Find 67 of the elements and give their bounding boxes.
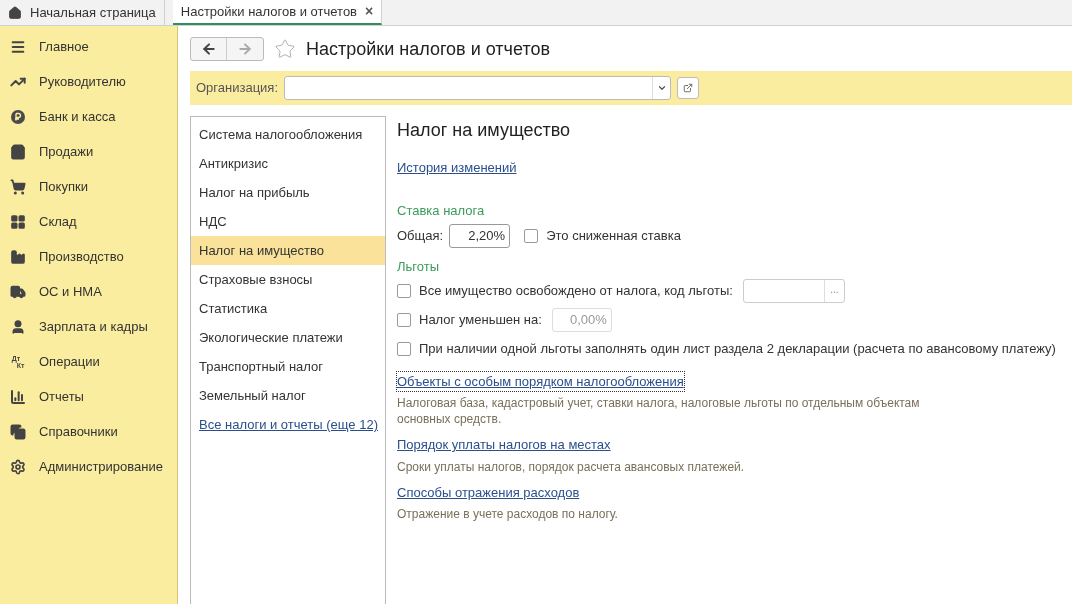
documents-icon <box>10 423 26 440</box>
checkbox-label: Это сниженная ставка <box>546 227 681 246</box>
checkbox[interactable] <box>397 313 411 327</box>
section-item[interactable]: Статистика <box>191 294 385 323</box>
section-item[interactable]: Налог на имущество <box>191 236 385 265</box>
section-title: Налог на имущество <box>397 119 572 142</box>
organization-label: Организация: <box>196 79 279 98</box>
history-link[interactable]: История изменений <box>397 158 517 178</box>
ruble-icon <box>11 109 25 124</box>
menu-icon <box>10 38 26 55</box>
rate-label: Общая: <box>397 227 444 246</box>
sidebar-item[interactable]: Склад <box>0 204 177 239</box>
section-item[interactable]: Система налогообложения <box>191 120 385 149</box>
settings-link[interactable]: Объекты с особым порядком налогообложения <box>397 371 684 391</box>
home-icon <box>8 5 22 20</box>
sidebar-item[interactable]: Руководителю <box>0 64 177 99</box>
tab[interactable]: Настройки налогов и отчетов × <box>172 0 383 25</box>
link-description: Сроки уплаты налогов, порядок расчета авансовых платежей. <box>397 458 746 475</box>
settings-link[interactable]: Способы отражения расходов <box>397 482 580 502</box>
settings-icon <box>10 458 26 475</box>
close-icon[interactable]: × <box>365 1 374 22</box>
sidebar-item[interactable]: Администрирование <box>0 449 177 484</box>
section-item[interactable]: НДС <box>191 207 385 236</box>
person-icon <box>10 318 26 335</box>
factory-icon <box>10 248 26 265</box>
bag-icon <box>10 143 26 160</box>
cart-icon <box>10 178 26 195</box>
sidebar-item[interactable]: Отчеты <box>0 379 177 414</box>
dropdown-icon[interactable] <box>656 83 667 93</box>
sidebar-item[interactable]: Покупки <box>0 169 177 204</box>
group-heading: Ставка налога <box>397 201 486 220</box>
checkbox-label: Все имущество освобождено от налога, код льготы: <box>419 282 733 301</box>
grid-icon <box>10 213 26 230</box>
open-window-icon <box>683 83 694 93</box>
sidebar-item[interactable]: Зарплата и кадры <box>0 309 177 344</box>
checkbox[interactable] <box>524 229 539 243</box>
settings-link[interactable]: Порядок уплаты налогов на местах <box>397 435 611 455</box>
checkbox[interactable] <box>397 284 411 298</box>
truck-icon <box>10 283 26 300</box>
link-description: Отражение в учете расходов по налогу. <box>397 506 619 522</box>
sidebar-item[interactable]: Продажи <box>0 134 177 169</box>
favorite-star-icon[interactable] <box>274 38 296 60</box>
organization-field[interactable] <box>284 76 672 100</box>
all-taxes-link[interactable]: Все налоги и отчеты (еще 12) <box>199 414 378 435</box>
bar-chart-icon <box>10 388 26 405</box>
section-item[interactable]: Налог на прибыль <box>191 178 385 207</box>
section-item[interactable]: Земельный налог <box>191 381 385 410</box>
group-heading: Льготы <box>397 258 440 276</box>
benefit-code-field[interactable]: ... <box>742 279 845 303</box>
page-title: Настройки налогов и отчетов <box>306 37 550 61</box>
sidebar-item[interactable]: Банк и касса <box>0 99 177 134</box>
open-button[interactable] <box>677 77 700 99</box>
checkbox-label: При наличии одной льготы заполнять один лист раздела 2 декларации (расчета по авансовому платежу) <box>419 340 1056 359</box>
sidebar-item[interactable]: Производство <box>0 239 177 274</box>
section-item[interactable]: Транспортный налог <box>191 352 385 381</box>
checkbox[interactable] <box>397 342 411 356</box>
section-item[interactable]: Страховые взносы <box>191 265 385 294</box>
checkbox-label: Налог уменьшен на: <box>419 311 542 330</box>
sidebar-item[interactable]: Справочники <box>0 414 177 449</box>
sidebar-item[interactable]: ОС и НМА <box>0 274 177 309</box>
section-item[interactable]: Антикризис <box>191 149 385 178</box>
choose-button[interactable]: ... <box>823 280 844 302</box>
rate-field[interactable]: 2,20% <box>449 224 511 248</box>
sidebar-item[interactable]: Главное <box>0 29 177 64</box>
tab[interactable]: Начальная страница <box>0 0 165 25</box>
section-item[interactable]: Экологические платежи <box>191 323 385 352</box>
link-description: Налоговая база, кадастровый учет, ставки налога, налоговые льготы по отдельным объектам основных средств. <box>397 395 921 427</box>
